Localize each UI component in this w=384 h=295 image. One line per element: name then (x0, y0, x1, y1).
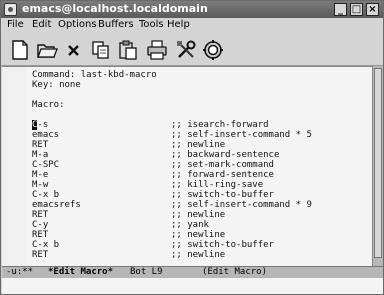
close-icon[interactable] (63, 39, 85, 61)
mode-line[interactable]: -u:** *Edit Macro* Bot L9 (Edit Macro) (2, 266, 383, 278)
close-window-button[interactable]: × (366, 3, 379, 16)
menu-bar: File Edit Options Buffers Tools Help (1, 18, 383, 33)
window-menu-icon[interactable] (4, 3, 17, 16)
toolbar (1, 33, 383, 66)
paste-icon[interactable] (117, 39, 139, 61)
window-title: emacs@localhost.localdomain (22, 2, 208, 15)
modeline-buffer-name: *Edit Macro* (48, 267, 114, 277)
open-folder-icon[interactable] (36, 39, 58, 61)
menu-help[interactable]: Help (167, 19, 190, 30)
menu-buffers[interactable]: Buffers (98, 19, 134, 30)
modeline-position: Bot L9 (130, 267, 163, 277)
command-header: Command: last-kbd-macro (32, 70, 157, 80)
scrollbar-thumb[interactable] (374, 68, 382, 258)
maximize-button[interactable]: □ (350, 3, 363, 16)
new-file-icon[interactable] (9, 39, 31, 61)
tools-icon[interactable] (175, 39, 197, 61)
macro-label: Macro: (32, 100, 65, 110)
menu-file[interactable]: File (7, 19, 24, 30)
modeline-mode: (Edit Macro) (202, 267, 268, 277)
title-bar[interactable]: emacs@localhost.localdomain _ □ × (1, 1, 383, 18)
print-icon[interactable] (146, 39, 168, 61)
echo-area[interactable] (2, 278, 383, 294)
edit-macro-buffer[interactable]: Command: last-kbd-macro Key: none Macro:… (2, 66, 372, 267)
settings-icon[interactable] (202, 39, 224, 61)
modeline-status: -u:** (6, 267, 34, 277)
vertical-scrollbar[interactable] (372, 66, 383, 266)
fringe (2, 67, 27, 267)
emacs-window: emacs@localhost.localdomain _ □ × File E… (0, 0, 384, 295)
menu-edit[interactable]: Edit (32, 19, 51, 30)
key-header: Key: none (32, 80, 81, 90)
menu-tools[interactable]: Tools (139, 19, 164, 30)
minimize-button[interactable]: _ (334, 3, 347, 16)
copy-icon[interactable] (90, 39, 112, 61)
menu-options[interactable]: Options (58, 19, 97, 30)
